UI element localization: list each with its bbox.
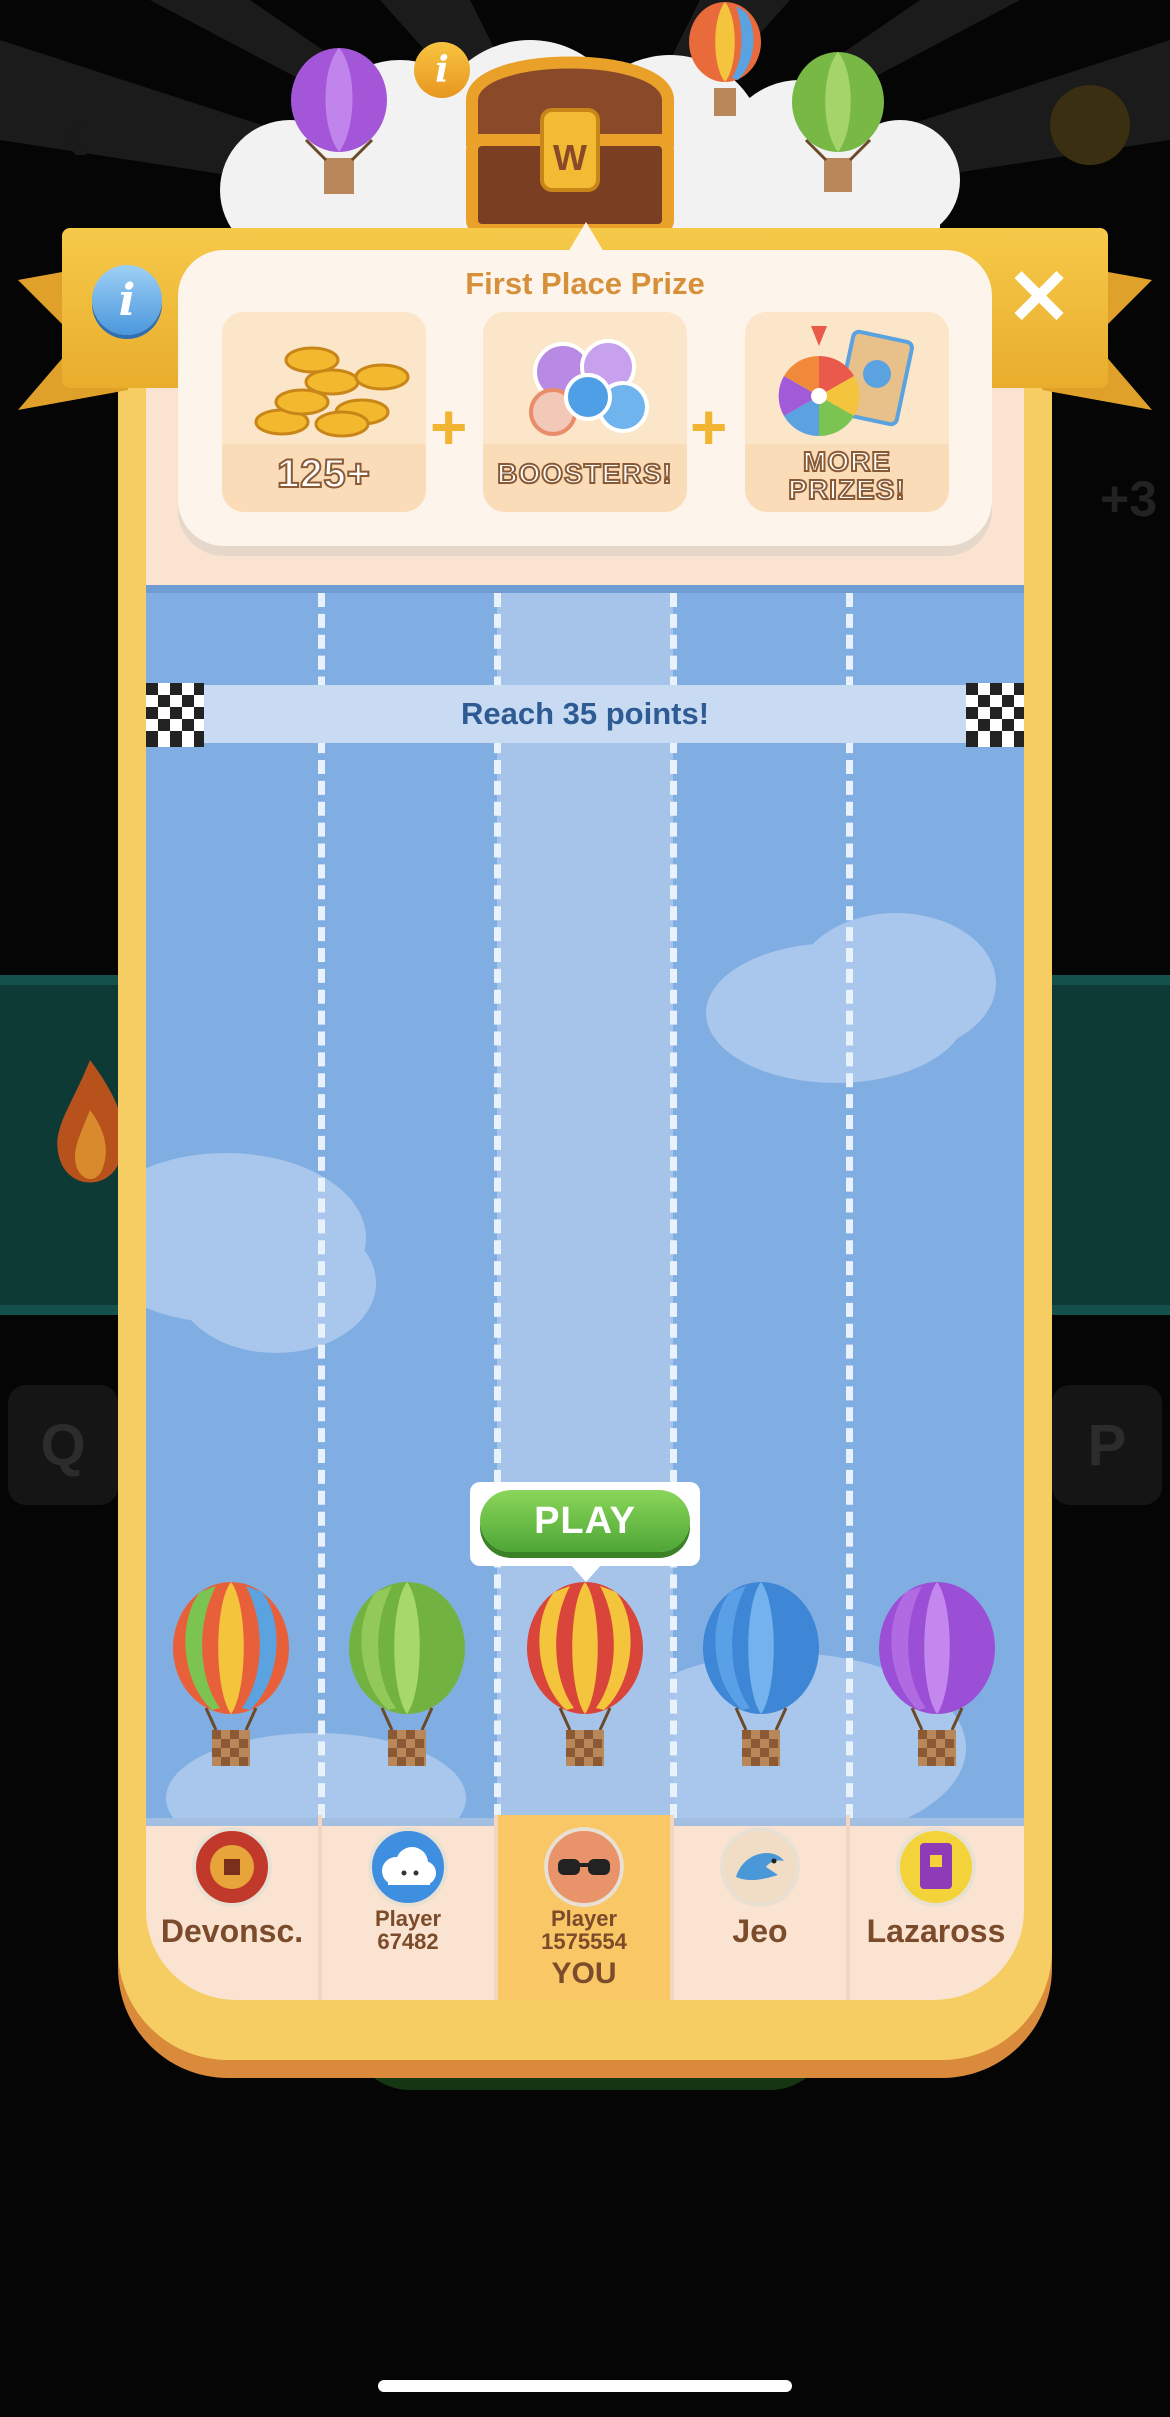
you-label: YOU (551, 1957, 617, 1990)
coin-counter-icon (1050, 85, 1130, 165)
prize-more-label-line2: PRIZES! (787, 474, 906, 505)
player-name: Devonsc. (160, 1913, 304, 1949)
keyboard-key-p: P (1052, 1385, 1162, 1505)
back-arrow-icon: ‹ (60, 81, 90, 181)
coin-stack-icon (254, 346, 410, 438)
rainbow-balloon-decoration (689, 2, 761, 116)
prize-coins-tile: 125+ (222, 312, 426, 512)
plus-icon: + (430, 391, 468, 463)
cloud-avatar-icon (368, 1827, 448, 1907)
chest-info-button[interactable]: i (414, 42, 470, 98)
balloon-devonsc (173, 1582, 289, 1766)
player-67482[interactable]: Player 67482 (322, 1815, 494, 2000)
goal-text: Reach 35 points! (460, 696, 710, 731)
treasure-chest-icon: W (466, 56, 674, 236)
green-balloon-decoration (792, 52, 884, 192)
prize-more-label-line1: MORE (802, 446, 891, 477)
balloon-lazaross (879, 1582, 995, 1766)
player-name-line2: 67482 (377, 1929, 439, 1954)
svg-text:W: W (553, 137, 587, 178)
player-jeo[interactable]: Jeo (674, 1815, 846, 2000)
balloon-player-67482 (349, 1582, 465, 1766)
game-screen: ‹ +3 Q P W i i ✕ First Place Prize 125+ … (0, 0, 1170, 2417)
balloon-jeo (703, 1582, 819, 1766)
players-row: Devonsc. Player 67482 Player 1575554 YOU (146, 1815, 1024, 2000)
prize-more-tile: MORE PRIZES! (745, 312, 949, 512)
background-plus: +3 (1100, 471, 1158, 527)
purple-balloon-decoration (291, 48, 387, 194)
prize-boosters-tile: BOOSTERS! (483, 312, 687, 512)
info-icon[interactable]: i (92, 265, 162, 335)
prize-title: First Place Prize (465, 266, 705, 301)
player-lazaross[interactable]: Lazaross (850, 1815, 1022, 2000)
player-devonsc[interactable]: Devonsc. (146, 1815, 318, 2000)
balloon-you (527, 1582, 643, 1766)
prize-boosters-label: BOOSTERS! (496, 457, 673, 490)
cloud-decoration (796, 913, 996, 1053)
coin-avatar-icon (192, 1827, 272, 1907)
lane-divider (318, 593, 325, 1818)
cloud-decoration (176, 1213, 376, 1353)
player-name-line1: Player (550, 1906, 618, 1931)
home-indicator (378, 2380, 792, 2392)
player-name: Jeo (732, 1913, 788, 1949)
boosters-icon (529, 339, 649, 436)
prize-coins-label: 125+ (276, 451, 372, 497)
prize-wheel-icon (778, 326, 914, 437)
plus-icon: + (690, 391, 728, 463)
close-button[interactable]: ✕ (1004, 258, 1074, 336)
lane-divider (846, 593, 853, 1818)
player-you[interactable]: Player 1575554 YOU (498, 1815, 670, 2000)
player-name-line1: Player (374, 1906, 442, 1931)
book-avatar-icon (896, 1827, 976, 1907)
player-name: Lazaross (866, 1913, 1006, 1949)
lane-divider (494, 593, 501, 1818)
play-button[interactable]: PLAY (480, 1490, 690, 1552)
dolphin-avatar-icon (720, 1827, 800, 1907)
lane-divider (670, 593, 677, 1818)
keyboard-key-q: Q (8, 1385, 118, 1505)
player-name-line2: 1575554 (541, 1929, 627, 1954)
prize-card-pointer (568, 222, 604, 252)
glasses-avatar-icon (544, 1827, 624, 1907)
